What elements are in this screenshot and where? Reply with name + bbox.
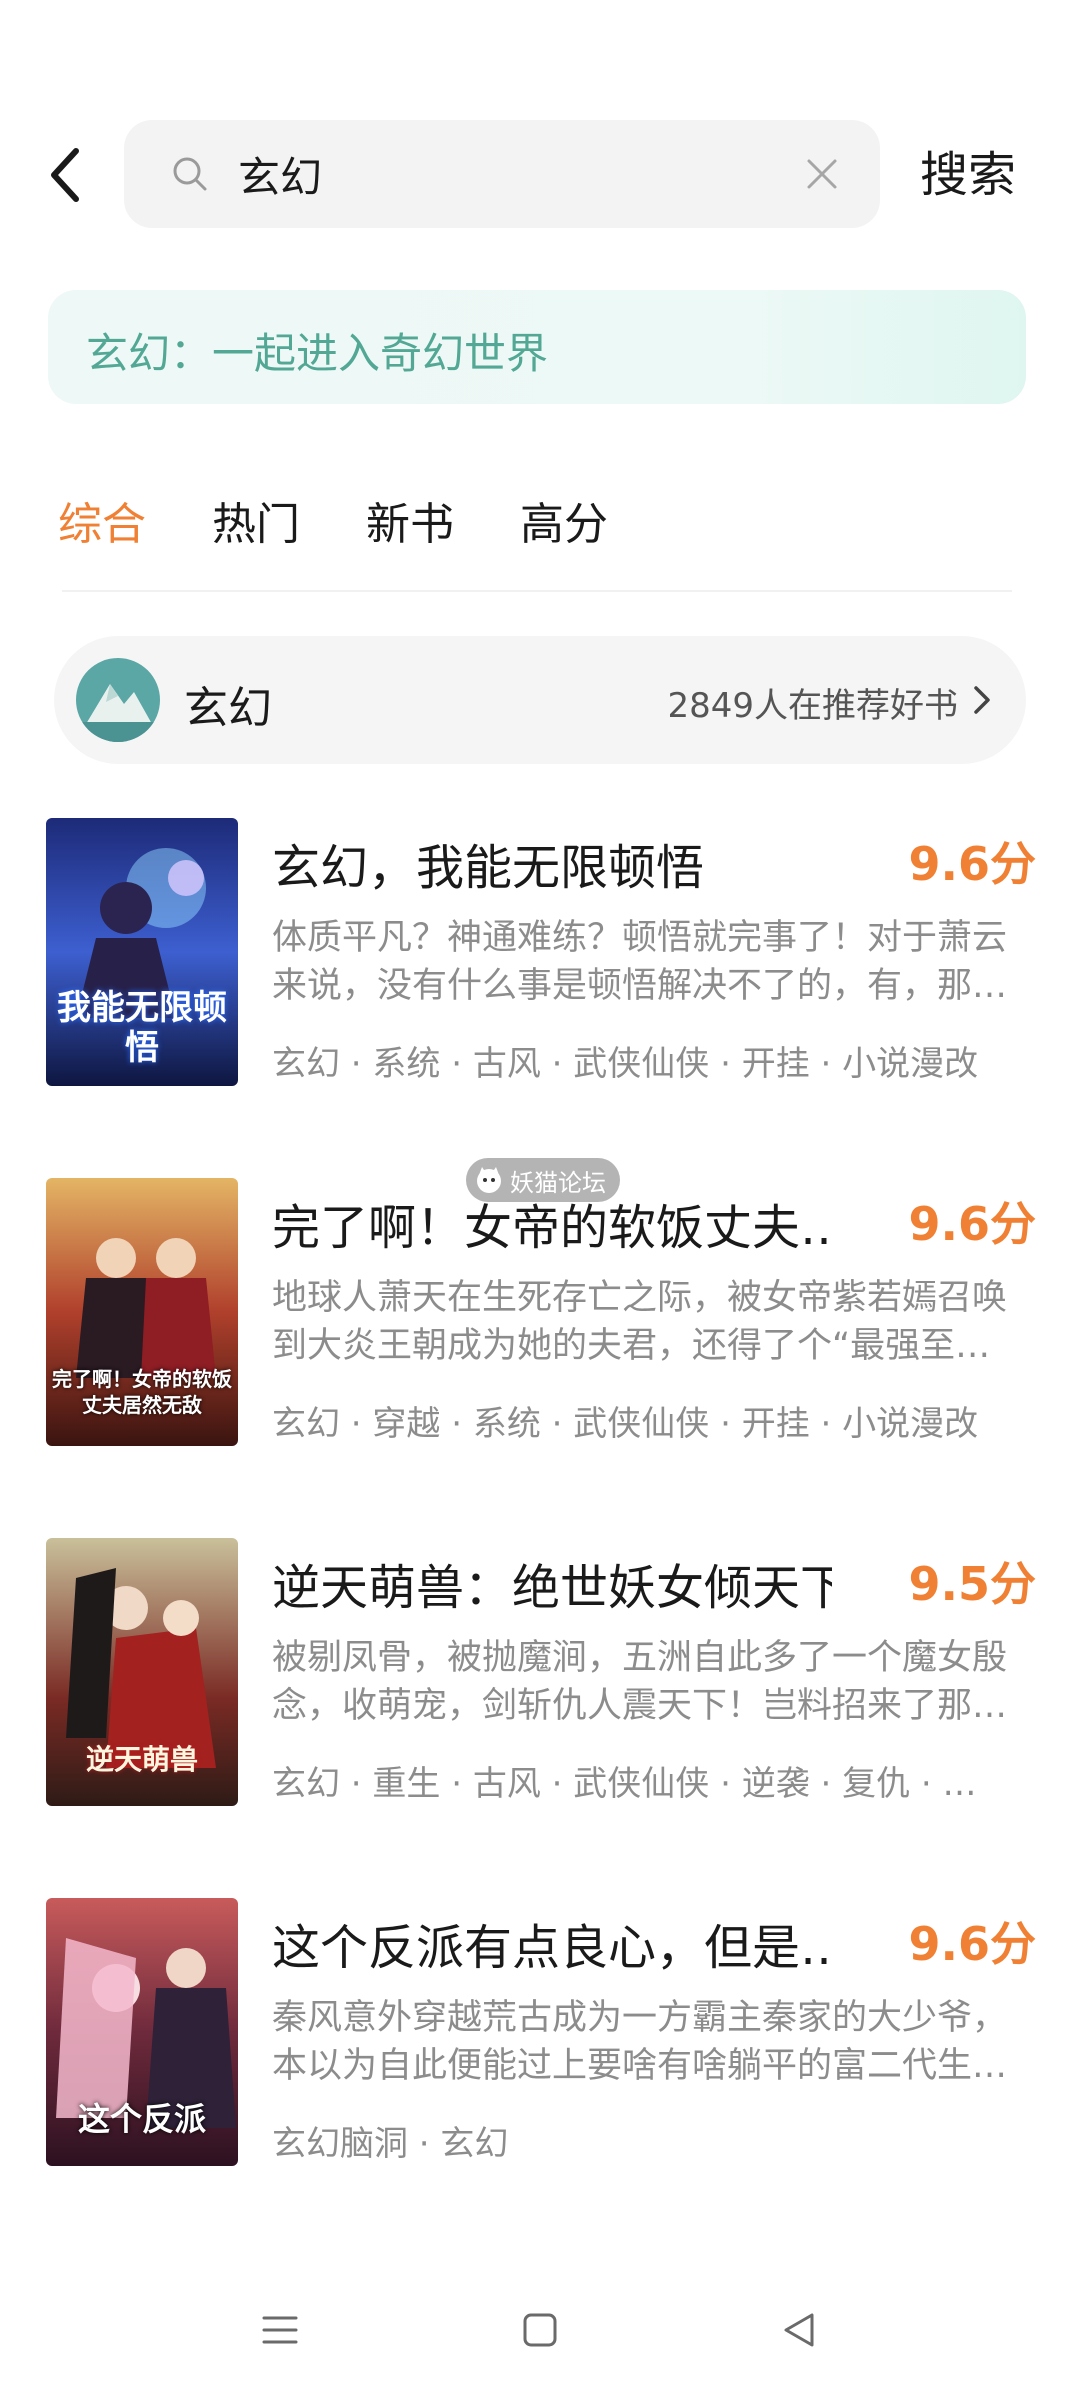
filter-tabs: 综合 热门 新书 高分 [58,488,674,552]
book-tags: 玄幻脑洞 · 玄幻 [272,2124,509,2164]
book-score: 9.6分 [908,1197,1037,1251]
cover-title: 我能无限顿悟 [57,988,227,1068]
search-button[interactable]: 搜索 [920,140,1016,210]
book-tags: 玄幻 · 重生 · 古风 · 武侠仙侠 · 逆袭 · 复仇 · … [272,1764,977,1804]
book-description: 被剔凤骨，被抛魔涧，五洲自此多了一个魔女殷念，收萌宠，剑斩仇人震天下！岂料招来了… [272,1638,1008,1726]
cover-title: 完了啊！女帝的软饭丈夫居然无敌 [52,1367,232,1417]
cover-title: 逆天萌兽 [85,1743,198,1776]
divider [62,590,1012,592]
menu-nav-button[interactable] [250,2300,310,2360]
watermark: 妖猫论坛 [466,1158,620,1202]
book-description: 体质平凡？神通难练？顿悟就完事了！对于萧云来说，没有什么事是顿悟解决不了的，有，… [272,918,1008,1006]
back-nav-button[interactable] [770,2300,830,2360]
back-triangle-icon [784,2313,814,2347]
chevron-right-icon [974,686,990,714]
menu-icon [262,2316,298,2344]
cover-title: 这个反派 [77,2100,206,2138]
book-score: 9.6分 [908,1917,1037,1971]
book-description: 地球人萧天在生死存亡之际，被女帝紫若嫣召唤到大炎王朝成为她的夫君，还得了个“最强… [272,1278,1008,1366]
book-description: 秦风意外穿越荒古成为一方霸主秦家的大少爷，本以为自此便能过上要啥有啥躺平的富二代… [272,1998,1008,2086]
book-title: 逆天萌兽：绝世妖女倾天下 [272,1560,832,1616]
topic-recommend-count: 2849人在推荐好书 [667,686,958,726]
tab-popular[interactable]: 热门 [212,488,300,552]
book-cover[interactable]: 逆天萌兽 [46,1538,238,1806]
tab-new-books[interactable]: 新书 [366,488,454,552]
book-title: 这个反派有点良心，但是… [272,1920,832,1976]
book-cover[interactable]: 完了啊！女帝的软饭丈夫居然无敌 [46,1178,238,1446]
promo-banner[interactable]: 玄幻：一起进入奇幻世界 [48,290,1026,404]
book-item[interactable]: 完了啊！女帝的软饭丈夫居然无敌 完了啊！女帝的软饭丈夫… 9.6分 地球人萧天在… [46,1178,1036,1448]
topic-card[interactable]: 玄幻 2849人在推荐好书 [54,636,1026,764]
topic-name: 玄幻 [184,683,272,734]
topic-avatar [76,658,160,742]
home-square-icon [523,2313,557,2347]
watermark-text: 妖猫论坛 [510,1168,606,1197]
book-tags: 玄幻 · 系统 · 古风 · 武侠仙侠 · 开挂 · 小说漫改 [272,1044,979,1084]
clear-search-icon[interactable] [792,144,852,204]
search-icon [160,144,220,204]
tab-comprehensive[interactable]: 综合 [58,488,146,552]
book-score: 9.5分 [908,1557,1037,1611]
book-title: 玄幻，我能无限顿悟 [272,840,705,896]
book-item[interactable]: 这个反派 这个反派有点良心，但是… 9.6分 秦风意外穿越荒古成为一方霸主秦家的… [46,1898,1036,2168]
book-cover[interactable]: 这个反派 [46,1898,238,2166]
search-box[interactable] [124,120,880,228]
book-score: 9.6分 [908,837,1037,891]
search-input[interactable] [236,148,760,200]
book-item[interactable]: 我能无限顿悟 玄幻，我能无限顿悟 9.6分 体质平凡？神通难练？顿悟就完事了！对… [46,818,1036,1088]
tab-high-score[interactable]: 高分 [520,488,608,552]
book-item[interactable]: 逆天萌兽 逆天萌兽：绝世妖女倾天下 9.5分 被剔凤骨，被抛魔涧，五洲自此多了一… [46,1538,1036,1808]
promo-banner-text: 玄幻：一起进入奇幻世界 [86,329,549,378]
cat-logo-icon [477,1167,501,1193]
back-button[interactable] [36,140,96,210]
home-nav-button[interactable] [510,2300,570,2360]
book-cover[interactable]: 我能无限顿悟 [46,818,238,1086]
chevron-left-icon [51,148,79,202]
book-tags: 玄幻 · 穿越 · 系统 · 武侠仙侠 · 开挂 · 小说漫改 [272,1404,979,1444]
